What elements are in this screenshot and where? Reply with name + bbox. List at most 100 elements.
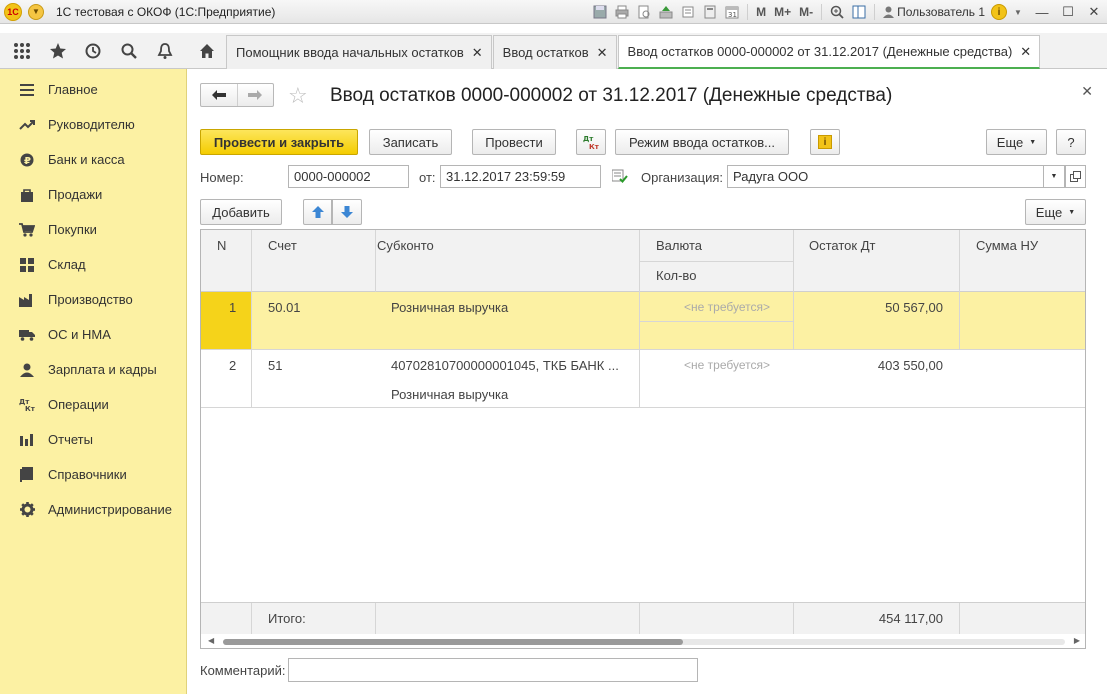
- table-row[interactable]: 2 51 40702810700000001045, ТКБ БАНК ... …: [201, 350, 1085, 408]
- sidebar-item-label: ОС и НМА: [48, 327, 111, 342]
- back-arrow-icon[interactable]: [201, 84, 237, 106]
- document-icon[interactable]: [679, 3, 697, 21]
- scroll-right-icon[interactable]: ▶: [1074, 636, 1080, 645]
- zoom-icon[interactable]: [828, 3, 846, 21]
- row-subkonto-2[interactable]: Розничная выручка: [391, 387, 508, 402]
- column-header-subkonto[interactable]: Субконто: [377, 238, 434, 253]
- memory-minus-button[interactable]: M-: [797, 3, 815, 21]
- panels-icon[interactable]: [850, 3, 868, 21]
- calculator-icon[interactable]: [701, 3, 719, 21]
- organization-label: Организация:: [641, 170, 724, 185]
- table-row[interactable]: 1 50.01 Розничная выручка <не требуется>…: [201, 292, 1085, 350]
- minimize-button[interactable]: —: [1029, 1, 1055, 23]
- balances-table[interactable]: N Счет Субконто Валюта Кол-во Остаток Дт…: [200, 229, 1086, 649]
- sidebar-item-purchases[interactable]: Покупки: [0, 212, 186, 247]
- comment-input[interactable]: [288, 658, 698, 682]
- total-label: Итого:: [268, 611, 306, 626]
- column-header-currency[interactable]: Валюта: [656, 238, 702, 253]
- sidebar-item-warehouse[interactable]: Склад: [0, 247, 186, 282]
- organization-open-button[interactable]: [1065, 165, 1086, 188]
- row-account[interactable]: 50.01: [268, 300, 301, 315]
- memory-plus-button[interactable]: M+: [772, 3, 793, 21]
- more-actions-button[interactable]: Еще ▼: [986, 129, 1047, 155]
- sidebar-item-manager[interactable]: Руководителю: [0, 107, 186, 142]
- post-button[interactable]: Провести: [472, 129, 556, 155]
- row-subkonto-1[interactable]: 40702810700000001045, ТКБ БАНК ...: [391, 358, 619, 373]
- move-down-button[interactable]: [332, 199, 362, 225]
- sidebar-item-main[interactable]: Главное: [0, 72, 186, 107]
- history-icon[interactable]: [79, 37, 107, 65]
- close-icon[interactable]: ✕: [472, 45, 483, 61]
- sidebar-item-label: Банк и касса: [48, 152, 125, 167]
- upload-icon[interactable]: [657, 3, 675, 21]
- column-header-n[interactable]: N: [217, 238, 226, 253]
- tab-initial-balances-assistant[interactable]: Помощник ввода начальных остатков ✕: [226, 35, 492, 69]
- sidebar-item-fixed-assets[interactable]: ОС и НМА: [0, 317, 186, 352]
- row-currency[interactable]: <не требуется>: [684, 358, 770, 372]
- maximize-button[interactable]: ☐: [1055, 1, 1081, 23]
- tab-balances-document[interactable]: Ввод остатков 0000-000002 от 31.12.2017 …: [617, 35, 1041, 69]
- date-input[interactable]: [440, 165, 601, 188]
- organization-input[interactable]: [727, 165, 1050, 188]
- home-icon[interactable]: [190, 35, 224, 67]
- row-subkonto-1[interactable]: Розничная выручка: [391, 300, 508, 315]
- main-menu-dropdown-icon[interactable]: ▼: [28, 3, 44, 20]
- close-form-icon[interactable]: ✕: [1081, 83, 1093, 100]
- favorites-star-icon[interactable]: [44, 37, 72, 65]
- print-icon[interactable]: [613, 3, 631, 21]
- help-button[interactable]: ?: [1056, 129, 1086, 155]
- bar-chart-icon: [18, 432, 36, 448]
- sidebar-item-sales[interactable]: Продажи: [0, 177, 186, 212]
- post-and-close-button[interactable]: Провести и закрыть: [200, 129, 358, 155]
- dt-kt-movements-button[interactable]: Дт Кт: [576, 129, 606, 155]
- notifications-bell-icon[interactable]: [151, 37, 179, 65]
- table-more-button[interactable]: Еще ▼: [1025, 199, 1086, 225]
- close-icon[interactable]: ✕: [1020, 44, 1031, 60]
- sidebar-item-bank[interactable]: ₽ Банк и касса: [0, 142, 186, 177]
- favorite-star-icon[interactable]: ☆: [288, 83, 308, 109]
- search-icon[interactable]: [115, 37, 143, 65]
- column-header-quantity[interactable]: Кол-во: [656, 268, 696, 283]
- sidebar-item-reports[interactable]: Отчеты: [0, 422, 186, 457]
- row-currency[interactable]: <не требуется>: [684, 300, 770, 314]
- sidebar-item-production[interactable]: Производство: [0, 282, 186, 317]
- info-dropdown-icon[interactable]: ▼: [1009, 3, 1027, 21]
- save-icon[interactable]: [591, 3, 609, 21]
- app-logo-icon[interactable]: 1С: [4, 2, 22, 21]
- row-balance-dt[interactable]: 50 567,00: [885, 300, 943, 315]
- arrow-down-icon: [341, 206, 353, 218]
- svg-text:Кт: Кт: [25, 405, 35, 412]
- sidebar-item-payroll[interactable]: Зарплата и кадры: [0, 352, 186, 387]
- memory-button[interactable]: M: [754, 3, 768, 21]
- column-header-balance-dt[interactable]: Остаток Дт: [809, 238, 875, 253]
- column-header-sum-nu[interactable]: Сумма НУ: [976, 238, 1038, 253]
- row-balance-dt[interactable]: 403 550,00: [878, 358, 943, 373]
- user-menu[interactable]: Пользователь 1: [883, 5, 985, 19]
- sidebar-item-operations[interactable]: Дт Кт Операции: [0, 387, 186, 422]
- close-window-button[interactable]: ✕: [1081, 1, 1107, 23]
- organization-dropdown-button[interactable]: ▼: [1043, 165, 1065, 188]
- column-header-account[interactable]: Счет: [268, 238, 297, 253]
- apps-grid-icon[interactable]: [8, 37, 36, 65]
- scroll-left-icon[interactable]: ◀: [208, 636, 214, 645]
- number-input[interactable]: [288, 165, 409, 188]
- save-button[interactable]: Записать: [369, 129, 452, 155]
- sidebar-item-references[interactable]: Справочники: [0, 457, 186, 492]
- move-up-button[interactable]: [303, 199, 332, 225]
- info-button[interactable]: i: [810, 129, 840, 155]
- add-row-button[interactable]: Добавить: [200, 199, 282, 225]
- balance-entry-mode-button[interactable]: Режим ввода остатков...: [615, 129, 789, 155]
- sidebar-item-administration[interactable]: Администрирование: [0, 492, 186, 527]
- close-icon[interactable]: ✕: [597, 45, 608, 61]
- calendar-icon[interactable]: 31: [723, 3, 741, 21]
- row-number: 1: [229, 300, 237, 315]
- horizontal-scrollbar[interactable]: ◀ ▶: [201, 634, 1085, 648]
- row-account[interactable]: 51: [268, 358, 282, 373]
- preview-icon[interactable]: [635, 3, 653, 21]
- sidebar-item-label: Справочники: [48, 467, 127, 482]
- tab-balances-entry[interactable]: Ввод остатков ✕: [492, 35, 617, 69]
- title-bar: 1С ▼ 1С тестовая с ОКОФ (1С:Предприятие)…: [0, 0, 1107, 24]
- info-icon[interactable]: i: [991, 4, 1007, 20]
- forward-arrow-icon[interactable]: [236, 84, 274, 106]
- scrollbar-thumb[interactable]: [223, 639, 683, 645]
